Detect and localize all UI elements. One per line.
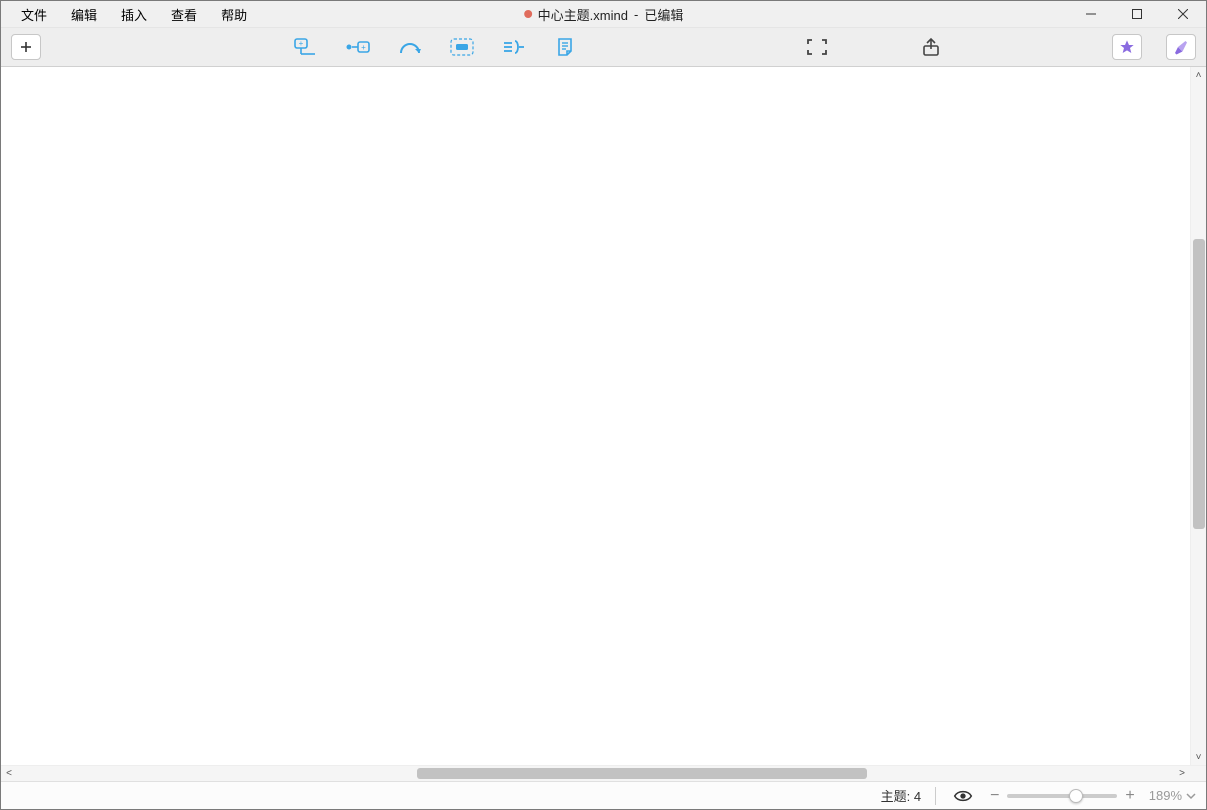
horizontal-scrollbar[interactable]: ˂ ˃ <box>1 765 1206 781</box>
fit-map-button[interactable] <box>804 36 830 58</box>
subtopic-button[interactable]: + <box>291 34 321 60</box>
menu-help[interactable]: 帮助 <box>209 1 259 28</box>
svg-text:+: + <box>361 43 366 52</box>
summary-icon <box>502 38 526 56</box>
vscroll-track[interactable] <box>1191 83 1207 749</box>
menu-insert[interactable]: 插入 <box>109 1 159 28</box>
relationship-button[interactable] <box>395 34 425 60</box>
zoom-slider-track[interactable] <box>1007 794 1117 798</box>
close-button[interactable] <box>1160 1 1206 27</box>
outline-view-button[interactable] <box>950 785 976 807</box>
vscroll-thumb[interactable] <box>1193 239 1205 529</box>
note-button[interactable] <box>551 34 581 60</box>
star-icon <box>1119 39 1135 55</box>
format-button[interactable] <box>1166 34 1196 60</box>
eye-icon <box>953 789 973 803</box>
toolbar-center: + + <box>291 34 581 60</box>
share-icon <box>921 37 941 57</box>
note-icon <box>556 37 576 57</box>
floating-topic-icon: + <box>345 38 371 56</box>
zoom-in-button[interactable]: + <box>1125 787 1134 805</box>
scroll-down-icon[interactable]: ˅ <box>1191 749 1207 765</box>
menu-file[interactable]: 文件 <box>9 1 59 28</box>
scroll-corner <box>1190 766 1206 781</box>
upgrade-button[interactable] <box>1112 34 1142 60</box>
paint-brush-icon <box>1172 38 1190 56</box>
scroll-right-icon[interactable]: ˃ <box>1174 766 1190 781</box>
topic-count: 主题: 4 <box>881 786 921 805</box>
scroll-up-icon[interactable]: ˄ <box>1191 67 1207 83</box>
new-tab-button[interactable] <box>11 34 41 60</box>
toolbar: + + <box>1 27 1206 67</box>
app-window: 文件 编辑 插入 查看 帮助 中心主题.xmind - 已编辑 <box>0 0 1207 810</box>
zoom-slider[interactable]: − + <box>990 787 1135 805</box>
title-text: 中心主题.xmind - 已编辑 <box>524 5 684 24</box>
maximize-icon <box>1132 9 1142 19</box>
titlebar: 文件 编辑 插入 查看 帮助 中心主题.xmind - 已编辑 <box>1 1 1206 27</box>
unsaved-indicator-icon <box>524 10 532 18</box>
toolbar-right <box>804 34 1196 60</box>
boundary-icon <box>450 38 474 56</box>
status-separator <box>935 787 936 805</box>
share-button[interactable] <box>918 36 944 58</box>
fit-map-icon <box>806 38 828 56</box>
minimize-icon <box>1086 9 1096 19</box>
zoom-percent-value: 189% <box>1149 788 1182 803</box>
topic-count-label: 主题 <box>881 789 907 804</box>
minimize-button[interactable] <box>1068 1 1114 27</box>
scroll-left-icon[interactable]: ˂ <box>1 766 17 781</box>
floating-topic-button[interactable]: + <box>343 34 373 60</box>
summary-button[interactable] <box>499 34 529 60</box>
title-filename: 中心主题.xmind <box>538 5 628 24</box>
workspace: ˄ ˅ <box>1 67 1206 765</box>
maximize-button[interactable] <box>1114 1 1160 27</box>
canvas[interactable] <box>1 67 1190 765</box>
zoom-percent[interactable]: 189% <box>1149 788 1196 803</box>
boundary-button[interactable] <box>447 34 477 60</box>
close-icon <box>1178 9 1188 19</box>
vertical-scrollbar[interactable]: ˄ ˅ <box>1190 67 1206 765</box>
status-bar: 主题: 4 − + 189% <box>1 781 1206 809</box>
toolbar-left <box>11 34 63 60</box>
title-status: 已编辑 <box>644 5 683 24</box>
plus-icon <box>20 41 32 53</box>
menu-bar: 文件 编辑 插入 查看 帮助 <box>1 1 259 27</box>
zoom-out-button[interactable]: − <box>990 787 999 805</box>
subtopic-icon: + <box>293 37 319 57</box>
zoom-slider-thumb[interactable] <box>1069 789 1083 803</box>
chevron-down-icon <box>1186 792 1196 800</box>
svg-text:+: + <box>299 39 304 48</box>
title-separator: - <box>634 7 638 22</box>
topic-count-value: 4 <box>914 789 921 804</box>
menu-edit[interactable]: 编辑 <box>59 1 109 28</box>
hscroll-track[interactable] <box>17 766 1174 781</box>
menu-view[interactable]: 查看 <box>159 1 209 28</box>
hscroll-thumb[interactable] <box>417 768 867 779</box>
relationship-icon <box>398 38 422 56</box>
window-controls <box>1068 1 1206 27</box>
